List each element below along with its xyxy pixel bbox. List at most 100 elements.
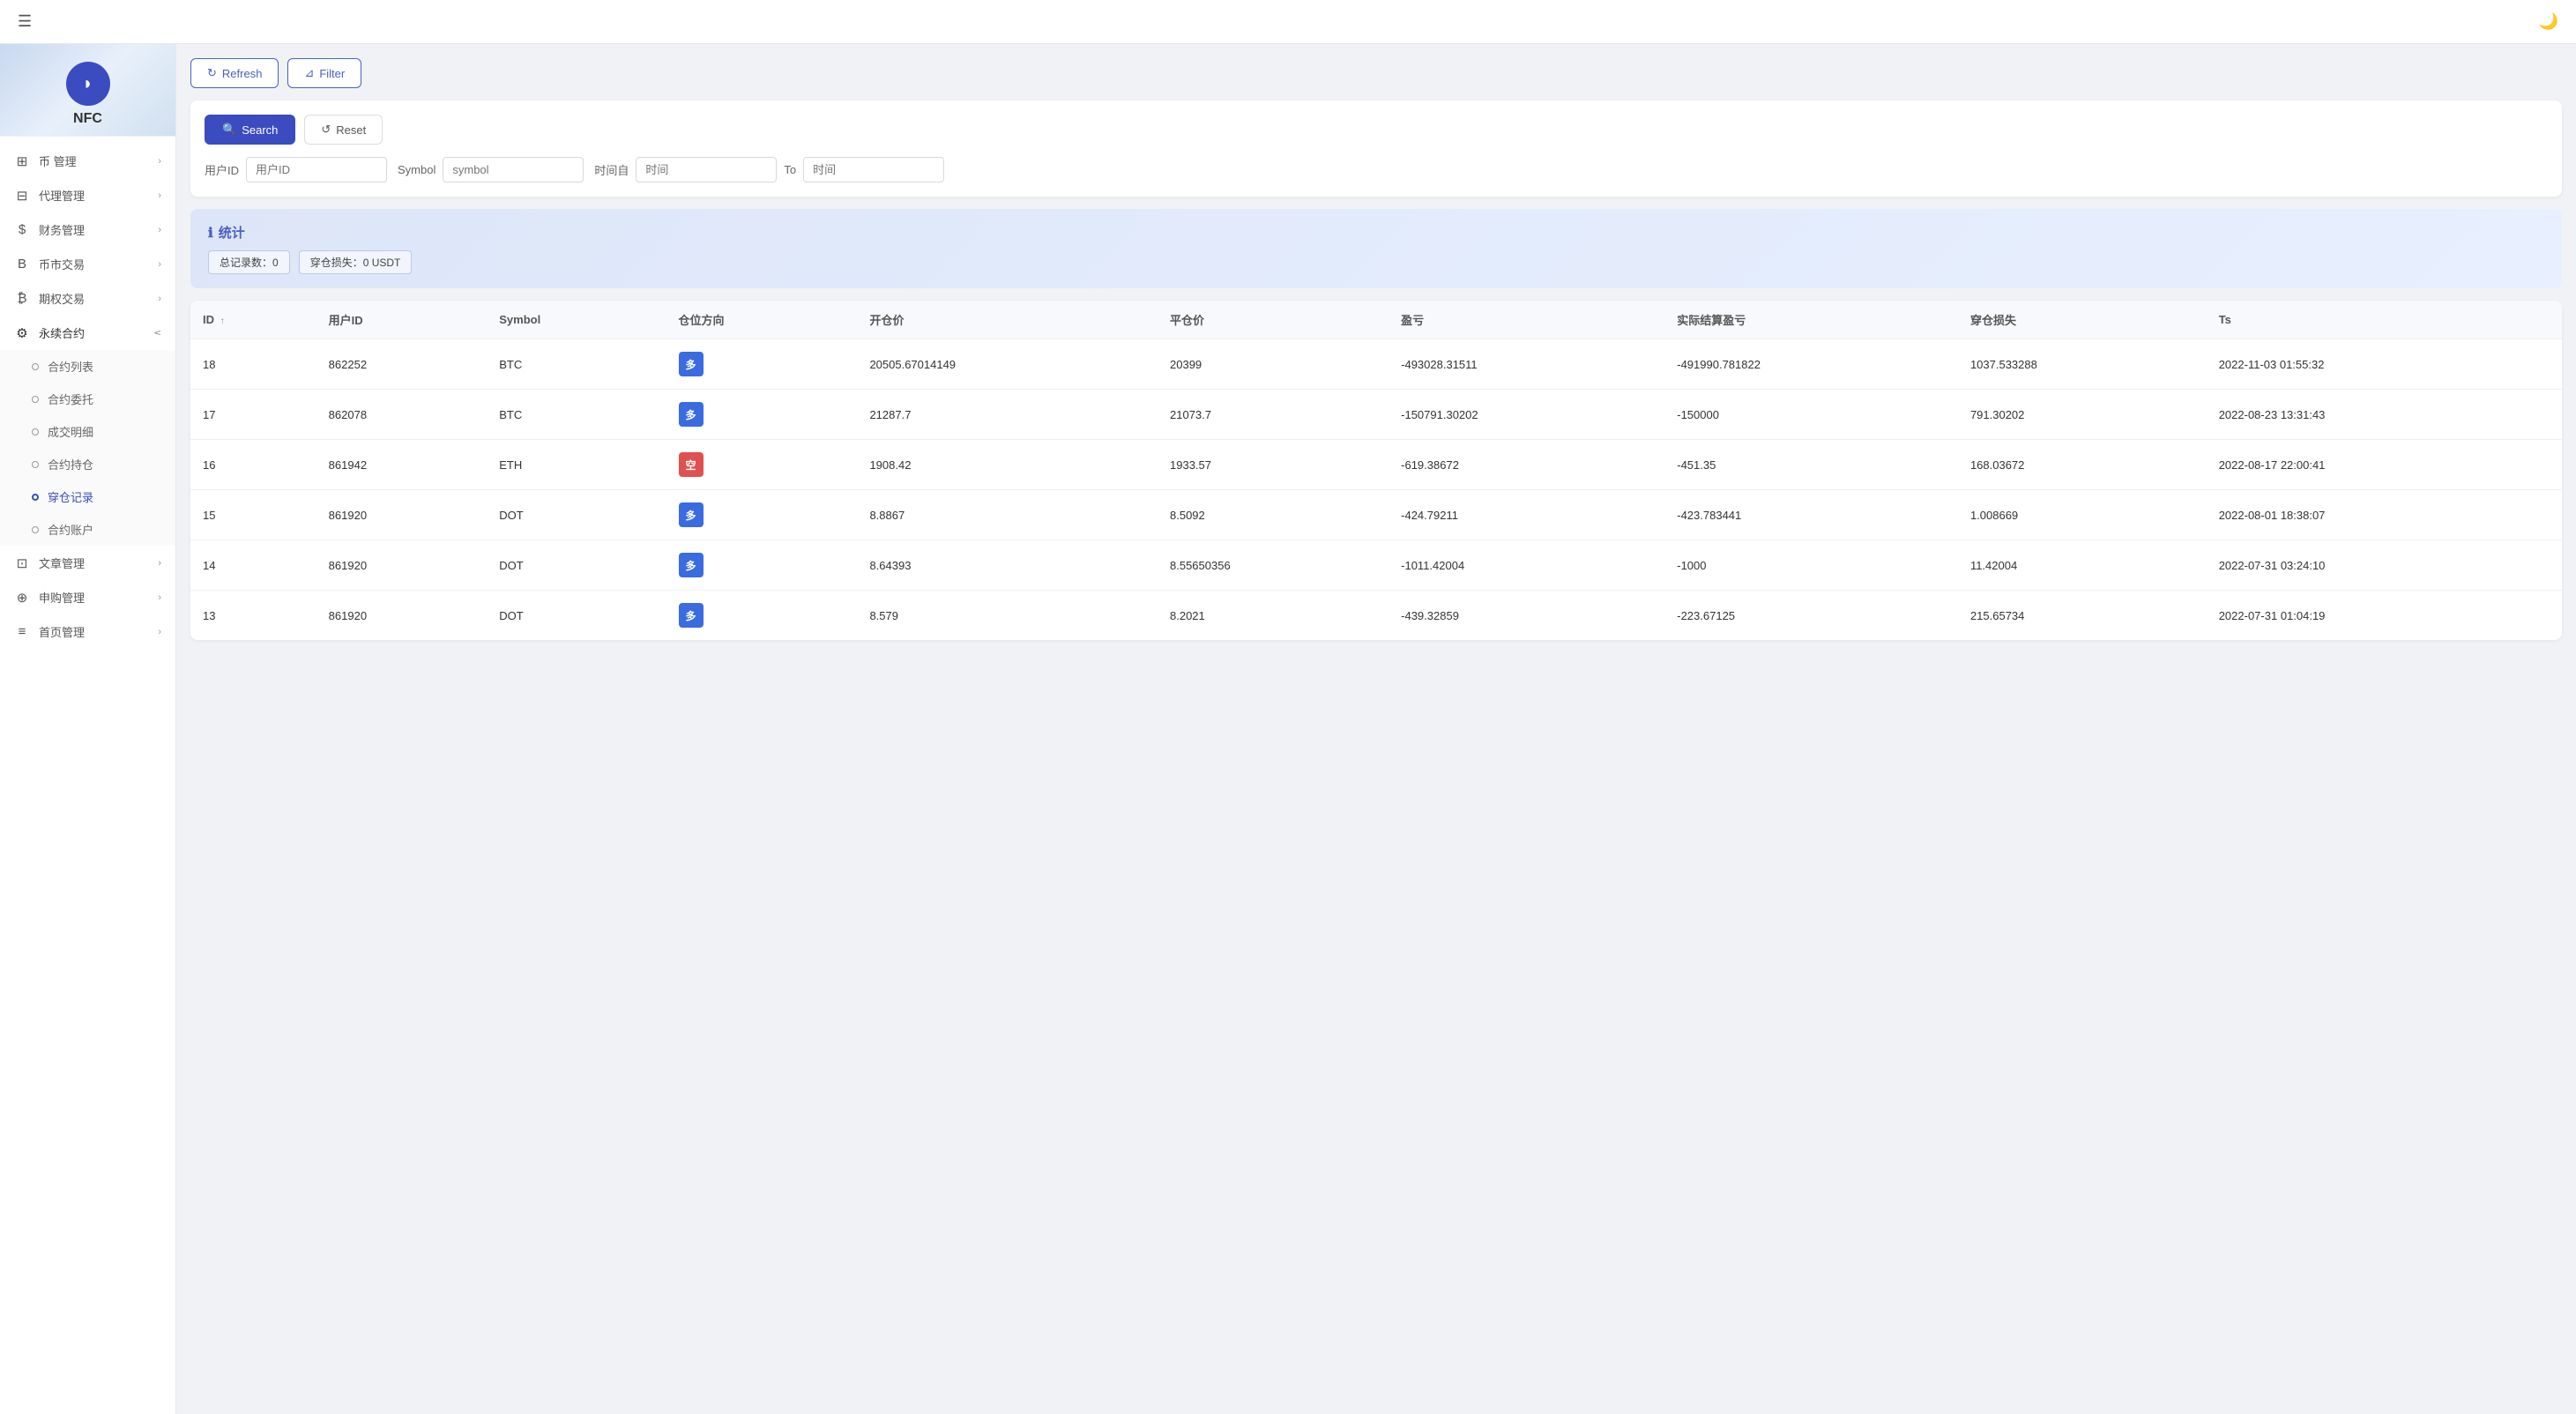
table-body: 18 862252 BTC 多 20505.67014149 20399 -49… (190, 339, 2562, 641)
col-liquidation-loss: 穿仓损失 (1958, 301, 2207, 339)
col-open-price: 开仓价 (857, 301, 1158, 339)
cell-pnl: -619.38672 (1389, 440, 1664, 490)
cell-close-price: 21073.7 (1158, 390, 1389, 440)
finance-icon: $ (14, 222, 30, 237)
theme-toggle[interactable]: 🌙 (2539, 12, 2558, 31)
cell-ts: 2022-08-17 22:00:41 (2207, 440, 2562, 490)
cell-actual-pnl: -150000 (1664, 390, 1958, 440)
sidebar-item-homepage-management[interactable]: ≡ 首页管理 › (0, 614, 175, 649)
dot-icon (32, 396, 39, 403)
sidebar-item-article-management[interactable]: ⊡ 文章管理 › (0, 546, 175, 580)
time-to-separator: To (784, 163, 796, 176)
cell-actual-pnl: -491990.781822 (1664, 339, 1958, 390)
filter-button[interactable]: ⊿ Filter (287, 58, 361, 88)
refresh-button[interactable]: ↻ Refresh (190, 58, 279, 88)
cell-open-price: 8.8867 (857, 490, 1158, 540)
col-close-price: 平仓价 (1158, 301, 1389, 339)
reset-label: Reset (336, 123, 366, 137)
sidebar-item-trade-detail[interactable]: 成交明细 (0, 415, 175, 448)
sidebar-item-contract-order[interactable]: 合约委托 (0, 383, 175, 415)
sidebar-item-label: 永续合约 (39, 324, 85, 341)
chevron-right-icon: › (158, 627, 161, 637)
sidebar-item-label: 申购管理 (39, 589, 85, 606)
table-row: 14 861920 DOT 多 8.64393 8.55650356 -1011… (190, 540, 2562, 591)
cell-direction: 空 (666, 440, 858, 490)
cell-close-price: 1933.57 (1158, 440, 1389, 490)
sidebar-item-contract-position[interactable]: 合约持仓 (0, 448, 175, 480)
col-user-id: 用户ID (316, 301, 488, 339)
stats-badges: 总记录数：0 穿仓损失：0 USDT (208, 250, 2544, 274)
search-label: Search (242, 123, 278, 137)
cell-ts: 2022-07-31 01:04:19 (2207, 591, 2562, 641)
cell-ts: 2022-08-23 13:31:43 (2207, 390, 2562, 440)
chevron-right-icon: › (158, 592, 161, 603)
sidebar-logo: ◗ NFC (0, 44, 175, 137)
sidebar-item-futures-trading[interactable]: ₿ 期权交易 › (0, 281, 175, 316)
cell-close-price: 20399 (1158, 339, 1389, 390)
sidebar-item-liquidation-record[interactable]: 穿仓记录 (0, 480, 175, 513)
cell-liquidation-loss: 791.30202 (1958, 390, 2207, 440)
symbol-input[interactable] (443, 157, 584, 182)
liquidation-loss-badge: 穿仓损失：0 USDT (299, 250, 413, 274)
chevron-right-icon: › (158, 156, 161, 167)
cell-id: 15 (190, 490, 316, 540)
cell-liquidation-loss: 11.42004 (1958, 540, 2207, 591)
sidebar-item-label: 代理管理 (39, 187, 85, 204)
cell-open-price: 21287.7 (857, 390, 1158, 440)
hamburger-menu[interactable]: ☰ (18, 12, 32, 31)
data-table: ID ↑ 用户ID Symbol 仓位方向 开仓价 平仓价 盈亏 实际结算盈亏 … (190, 301, 2562, 640)
sidebar-item-subscription-management[interactable]: ⊕ 申购管理 › (0, 580, 175, 614)
search-button[interactable]: 🔍 Search (205, 115, 295, 145)
time-from-input[interactable] (636, 157, 777, 182)
reset-button[interactable]: ↺ Reset (304, 115, 383, 145)
cell-pnl: -439.32859 (1389, 591, 1664, 641)
cell-pnl: -424.79211 (1389, 490, 1664, 540)
cell-ts: 2022-11-03 01:55:32 (2207, 339, 2562, 390)
sidebar-item-contract-list[interactable]: 合约列表 (0, 350, 175, 383)
cell-symbol: BTC (487, 339, 666, 390)
time-to-input[interactable] (803, 157, 944, 182)
logo-text: NFC (73, 111, 102, 127)
dot-icon (32, 363, 39, 370)
sidebar-item-agent-management[interactable]: ⊟ 代理管理 › (0, 178, 175, 212)
symbol-field-group: Symbol (398, 157, 584, 182)
sidebar-item-finance-management[interactable]: $ 财务管理 › (0, 212, 175, 247)
currency-icon: ⊞ (14, 153, 30, 169)
sub-item-label: 合约账户 (48, 521, 93, 538)
cell-close-price: 8.2021 (1158, 591, 1389, 641)
sidebar-item-coin-trading[interactable]: B 币市交易 › (0, 247, 175, 281)
table-header: ID ↑ 用户ID Symbol 仓位方向 开仓价 平仓价 盈亏 实际结算盈亏 … (190, 301, 2562, 339)
top-header: ☰ 🌙 (0, 0, 2576, 44)
cell-open-price: 1908.42 (857, 440, 1158, 490)
sidebar-item-contract-account[interactable]: 合约账户 (0, 513, 175, 546)
chevron-right-icon: › (158, 259, 161, 270)
direction-badge: 多 (679, 352, 704, 376)
article-icon: ⊡ (14, 555, 30, 571)
sidebar-item-currency-management[interactable]: ⊞ 币 管理 › (0, 144, 175, 178)
table-row: 17 862078 BTC 多 21287.7 21073.7 -150791.… (190, 390, 2562, 440)
sort-icon: ↑ (220, 316, 225, 326)
table-row: 13 861920 DOT 多 8.579 8.2021 -439.32859 … (190, 591, 2562, 641)
cell-ts: 2022-08-01 18:38:07 (2207, 490, 2562, 540)
cell-user-id: 861942 (316, 440, 488, 490)
user-id-input[interactable] (246, 157, 387, 182)
cell-user-id: 861920 (316, 490, 488, 540)
coin-icon: B (14, 257, 30, 272)
cell-actual-pnl: -451.35 (1664, 440, 1958, 490)
sub-item-label: 合约列表 (48, 358, 93, 375)
cell-liquidation-loss: 1037.533288 (1958, 339, 2207, 390)
user-id-field-group: 用户ID (205, 157, 387, 182)
search-fields: 用户ID Symbol 时间自 To (205, 157, 2548, 182)
sidebar-menu: ⊞ 币 管理 › ⊟ 代理管理 › $ 财务管理 › B 币市交易 › ₿ (0, 137, 175, 656)
refresh-label: Refresh (222, 67, 263, 80)
chevron-right-icon: › (158, 190, 161, 201)
cell-symbol: DOT (487, 490, 666, 540)
sidebar-item-label: 期权交易 (39, 290, 85, 307)
sidebar-item-perpetual-contract[interactable]: ⚙ 永续合约 ∨ (0, 316, 175, 350)
cell-actual-pnl: -223.67125 (1664, 591, 1958, 641)
cell-pnl: -493028.31511 (1389, 339, 1664, 390)
perpetual-submenu: 合约列表 合约委托 成交明细 合约持仓 穿仓记录 (0, 350, 175, 546)
cell-user-id: 862252 (316, 339, 488, 390)
sidebar-item-label: 币 管理 (39, 153, 77, 169)
cell-direction: 多 (666, 490, 858, 540)
